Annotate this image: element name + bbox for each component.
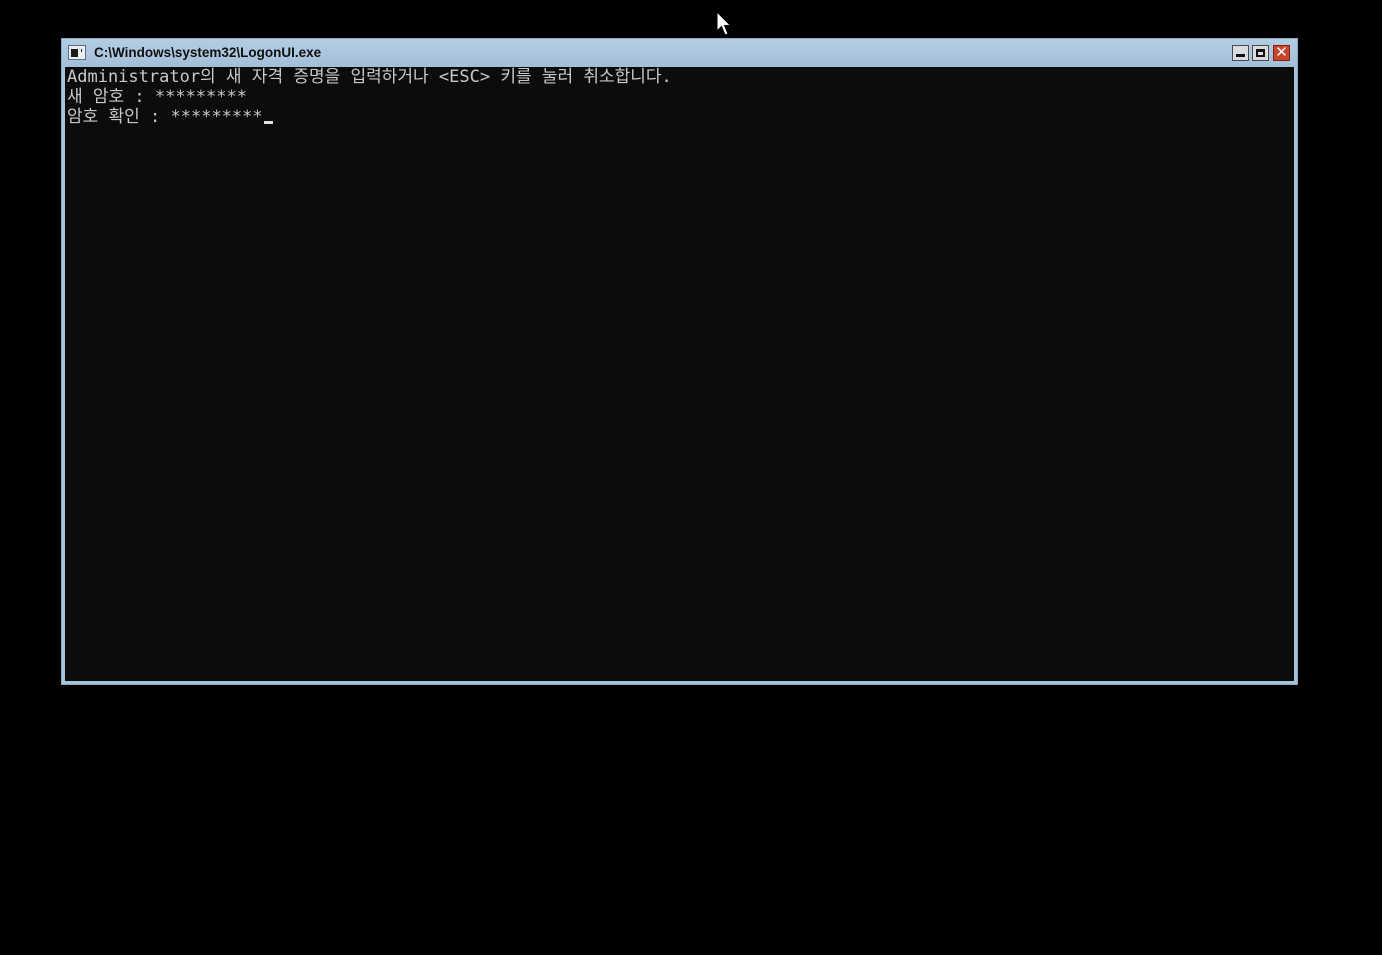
confirm-password-line[interactable]: 암호 확인 : *********	[67, 107, 273, 127]
text-cursor	[263, 121, 273, 124]
maximize-button[interactable]	[1252, 45, 1269, 61]
minimize-icon	[1236, 54, 1245, 57]
minimize-button[interactable]	[1232, 45, 1249, 61]
console-app-icon[interactable]	[68, 45, 86, 60]
desktop: C:\Windows\system32\LogonUI.exe ✕ Admini…	[0, 0, 1382, 955]
console-window[interactable]: C:\Windows\system32\LogonUI.exe ✕ Admini…	[61, 38, 1298, 685]
new-password-line: 새 암호 : *********	[67, 87, 247, 107]
window-titlebar[interactable]: C:\Windows\system32\LogonUI.exe ✕	[62, 39, 1297, 67]
console-prompt-line: Administrator의 새 자격 증명을 입력하거나 <ESC> 키를 눌…	[67, 67, 672, 87]
window-title: C:\Windows\system32\LogonUI.exe	[94, 45, 322, 60]
maximize-icon	[1256, 49, 1265, 57]
close-icon: ✕	[1275, 43, 1288, 61]
confirm-password-text: 암호 확인 : *********	[67, 107, 263, 127]
console-output[interactable]: Administrator의 새 자격 증명을 입력하거나 <ESC> 키를 눌…	[65, 67, 1294, 681]
close-button[interactable]: ✕	[1273, 43, 1290, 61]
mouse-pointer-icon	[716, 11, 732, 36]
